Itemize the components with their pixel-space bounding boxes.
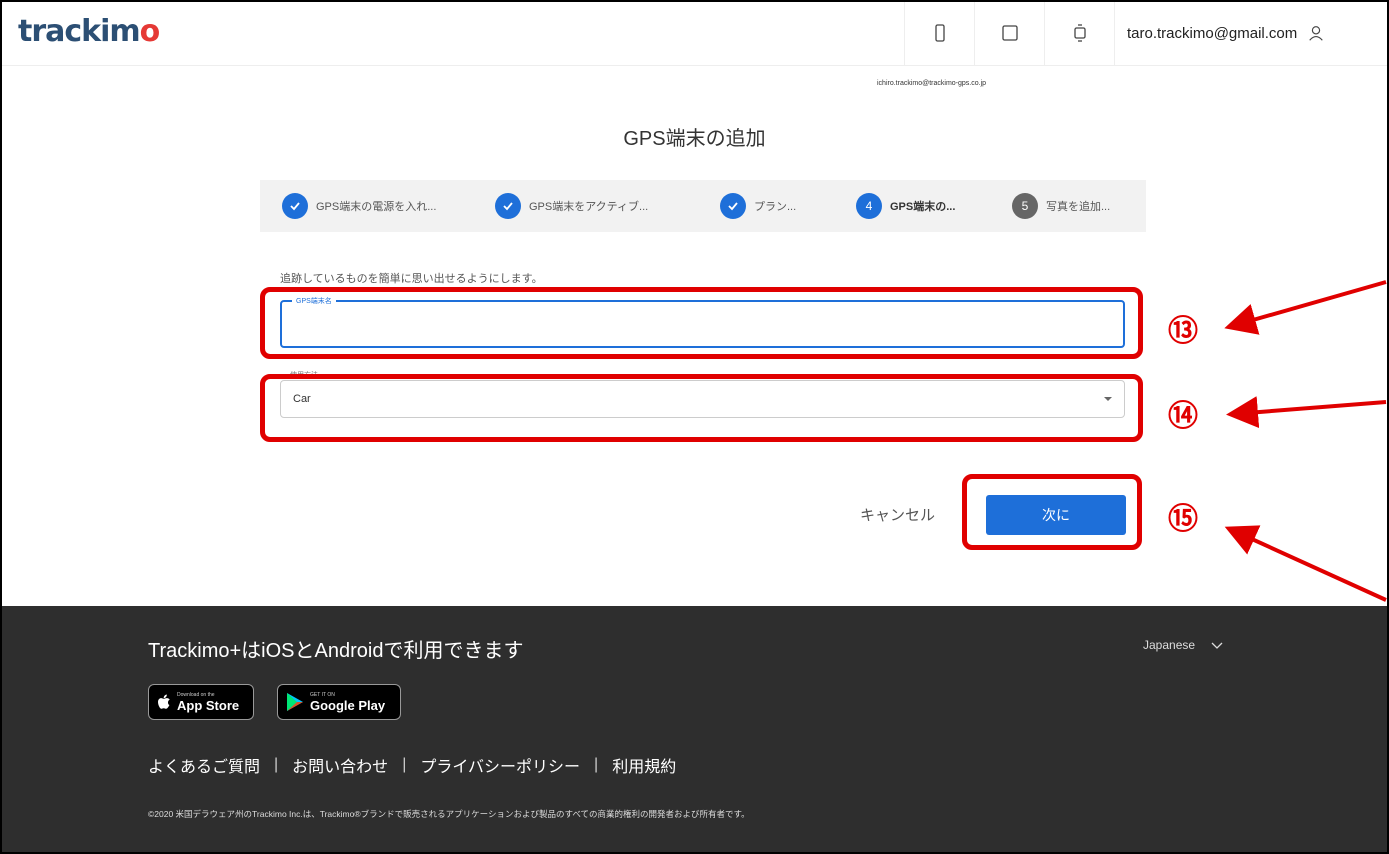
privacy-policy-link[interactable]: プライバシーポリシー [420, 753, 580, 777]
step-label: GPS端末の... [890, 201, 956, 213]
check-icon [495, 193, 521, 219]
language-selector[interactable]: Japanese [1143, 638, 1223, 652]
check-icon [720, 193, 746, 219]
phone-icon[interactable] [904, 0, 974, 66]
appstore-big-text: App Store [177, 697, 240, 713]
step-number: 5 [1012, 193, 1038, 219]
step-label: GPS端末をアクティブ... [529, 201, 649, 213]
annotation-number-13: ⑬ [1168, 314, 1198, 349]
user-menu[interactable]: taro.trackimo@gmail.com [1114, 0, 1389, 66]
chevron-down-icon [1211, 642, 1223, 649]
step-1: GPS端末の電源を入れ... [282, 193, 436, 219]
step-number: 4 [856, 193, 882, 219]
top-header: trackimo taro.trackimo@gmail.com [0, 0, 1389, 66]
step-4: 4 GPS端末の... [856, 193, 955, 219]
annotation-number-15: ⑮ [1168, 502, 1198, 537]
apple-icon [158, 694, 170, 709]
logo-accent: o [139, 14, 161, 49]
googleplay-big-text: Google Play [310, 697, 386, 713]
google-play-icon [287, 693, 303, 711]
step-3: プラン... [720, 193, 796, 219]
google-play-badge[interactable]: GET IT ON Google Play [277, 684, 401, 720]
annotation-number-14: ⑭ [1168, 399, 1198, 434]
contact-link[interactable]: お問い合わせ [292, 753, 388, 777]
step-2: GPS端末をアクティブ... [495, 193, 648, 219]
link-separator: | [594, 756, 599, 773]
highlight-box-13 [260, 287, 1143, 359]
trackimo-logo[interactable]: trackimo [18, 14, 161, 49]
footer-links: よくあるご質問 | お問い合わせ | プライバシーポリシー | 利用規約 [148, 753, 676, 777]
step-5: 5 写真を追加... [1012, 193, 1110, 219]
device-icons [904, 0, 1114, 66]
cancel-button[interactable]: キャンセル [860, 504, 935, 525]
logo-text: trackim [18, 14, 141, 49]
arrow-15 [1224, 525, 1387, 602]
highlight-box-14 [260, 374, 1143, 442]
tablet-icon[interactable] [974, 0, 1044, 66]
copyright-text: ©2020 米国デラウェア州のTrackimo Inc.は、Trackimo®ブ… [148, 809, 750, 819]
step-label: プラン... [754, 201, 797, 213]
app-store-badge[interactable]: Download on the App Store [148, 684, 254, 720]
footer-title: Trackimo+はiOSとAndroidで利用できます [148, 640, 524, 662]
progress-stepper: GPS端末の電源を入れ... GPS端末をアクティブ... プラン... 4 G… [260, 180, 1146, 232]
user-email: taro.trackimo@gmail.com [1127, 24, 1298, 42]
link-separator: | [402, 756, 407, 773]
step-label: GPS端末の電源を入れ... [316, 201, 437, 213]
terms-link[interactable]: 利用規約 [612, 753, 676, 777]
user-icon [1309, 26, 1324, 41]
link-separator: | [274, 756, 279, 773]
highlight-box-15 [962, 474, 1142, 550]
form-hint: 追跡しているものを簡単に思い出せるようにします。 [280, 273, 543, 285]
check-icon [282, 193, 308, 219]
step-label: 写真を追加... [1046, 201, 1111, 213]
device-email: ichiro.trackimo@trackimo-gps.co.jp [877, 80, 987, 87]
arrow-13 [1224, 280, 1387, 335]
site-footer: Trackimo+はiOSとAndroidで利用できます Japanese Do… [0, 606, 1389, 854]
page-title: GPS端末の追加 [623, 128, 766, 150]
watch-icon[interactable] [1044, 0, 1114, 66]
arrow-14 [1226, 396, 1387, 429]
language-value: Japanese [1143, 638, 1196, 652]
faq-link[interactable]: よくあるご質問 [148, 753, 260, 777]
